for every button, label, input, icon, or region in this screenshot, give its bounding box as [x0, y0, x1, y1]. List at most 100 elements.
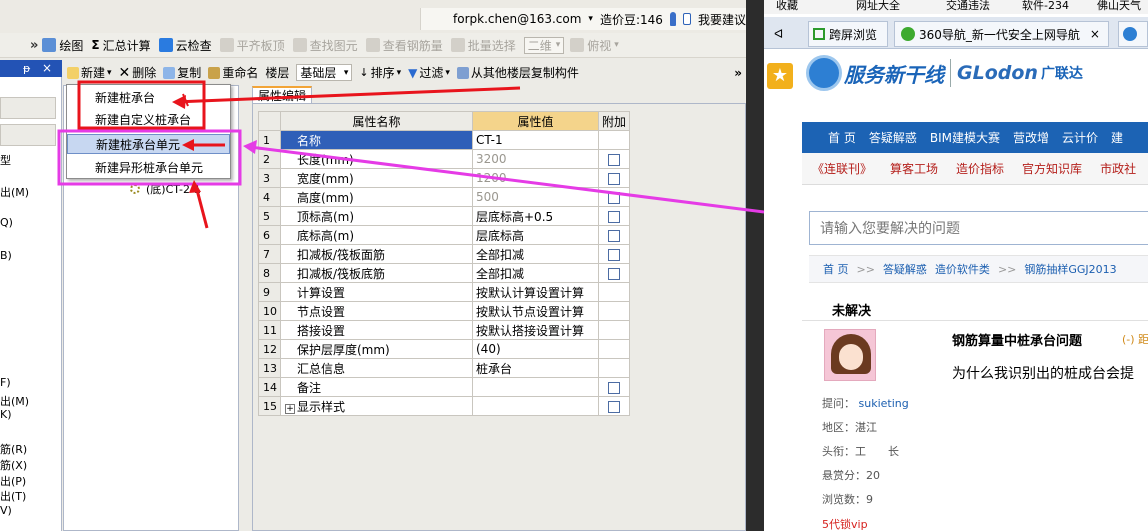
property-value[interactable]: 按默认节点设置计算 [472, 301, 599, 321]
account-email[interactable]: forpk.chen@163.com [453, 12, 581, 26]
view-rebar-button[interactable]: 查看钢筋量 [365, 37, 443, 54]
bookmark-item[interactable]: 交通违法 [946, 0, 990, 13]
extra-checkbox[interactable] [608, 172, 620, 185]
avatar[interactable] [824, 329, 876, 381]
new-button[interactable]: 新建 ▾ [67, 64, 112, 81]
cloud-check-button[interactable]: 云检查 [158, 37, 212, 54]
bookmark-item[interactable]: 佛山天气 [1097, 0, 1141, 13]
table-row[interactable]: 3 宽度(mm) 1200 [258, 168, 631, 188]
nav-item[interactable]: 首 页 [828, 129, 856, 146]
extra-checkbox[interactable] [608, 153, 620, 166]
table-row[interactable]: 4 高度(mm) 500 [258, 187, 631, 207]
subnav-item[interactable]: 《连联刊》 [812, 160, 872, 177]
subnav-item[interactable]: 市政社 [1100, 160, 1136, 177]
property-value[interactable]: 层底标高 [472, 225, 599, 245]
extra-checkbox[interactable] [608, 381, 620, 394]
toolbar-overflow-icon[interactable]: » [30, 38, 38, 53]
menu-item-new-pile-cap[interactable]: 新建桩承台 [67, 87, 230, 107]
table-row[interactable]: 12 保护层厚度(mm) (40) [258, 339, 631, 359]
close-icon[interactable]: × [42, 61, 52, 75]
copy-button[interactable]: 复制 [163, 64, 201, 81]
left-panel-field[interactable] [0, 124, 56, 146]
expand-icon[interactable]: + [285, 403, 295, 414]
property-value[interactable]: 按默认搭接设置计算 [472, 320, 599, 340]
breadcrumb-item[interactable]: 首 页 [823, 261, 849, 277]
extra-checkbox[interactable] [608, 248, 620, 261]
extra-checkbox[interactable] [608, 210, 620, 223]
floor-select[interactable]: 基础层 ▾ [296, 64, 353, 81]
filter-button[interactable]: ▼ 过滤 ▾ [408, 64, 450, 81]
extra-checkbox[interactable] [608, 229, 620, 242]
left-panel-field[interactable] [0, 97, 56, 119]
nav-item[interactable]: 营改增 [1013, 129, 1049, 146]
table-row[interactable]: 14 备注 [258, 377, 631, 397]
nav-item[interactable]: BIM建模大赛 [930, 129, 1000, 146]
sum-calc-button[interactable]: Σ 汇总计算 [91, 37, 150, 54]
property-value[interactable]: 全部扣减 [472, 263, 599, 283]
property-value[interactable]: 1200 [472, 168, 599, 188]
property-value[interactable]: 全部扣减 [472, 244, 599, 264]
table-row[interactable]: 7 扣减板/筏板面筋 全部扣减 [258, 244, 631, 264]
property-value[interactable] [472, 396, 599, 416]
extra-checkbox[interactable] [608, 191, 620, 204]
nav-item[interactable]: 建 [1111, 129, 1123, 146]
view-angle-button[interactable]: 俯视 ▾ [570, 37, 619, 54]
tab-cross-screen[interactable]: 跨屏浏览 [808, 21, 888, 47]
table-row[interactable]: 11 搭接设置 按默认搭接设置计算 [258, 320, 631, 340]
suggest-link[interactable]: 我要建议 [698, 11, 746, 28]
table-row[interactable]: 10 节点设置 按默认节点设置计算 [258, 301, 631, 321]
left-panel-item[interactable]: F) [0, 376, 11, 389]
property-value[interactable]: CT-1 [472, 130, 599, 150]
property-value[interactable]: 层底标高+0.5 [472, 206, 599, 226]
subnav-item[interactable]: 官方知识库 [1022, 160, 1082, 177]
table-row[interactable]: 6 底标高(m) 层底标高 [258, 225, 631, 245]
breadcrumb-item[interactable]: 答疑解惑 [883, 261, 927, 277]
property-value[interactable]: (40) [472, 339, 599, 359]
favorite-star-icon[interactable]: ★ [767, 63, 793, 89]
level-slab-button[interactable]: 平齐板顶 [219, 37, 285, 54]
breadcrumb-item[interactable]: 钢筋抽样GGJ2013 [1024, 261, 1116, 277]
subnav-item[interactable]: 造价指标 [956, 160, 1004, 177]
table-row[interactable]: 2 长度(mm) 3200 [258, 149, 631, 169]
left-panel-item[interactable]: 筋(R) [0, 441, 27, 457]
sort-button[interactable]: ↓ 排序 ▾ [359, 64, 401, 81]
reply-tag[interactable]: (-) 距 [1122, 331, 1148, 347]
left-panel-item[interactable]: 出(M) [0, 393, 29, 409]
table-row[interactable]: 5 顶标高(m) 层底标高+0.5 [258, 206, 631, 226]
bell-icon[interactable] [669, 12, 677, 26]
left-panel-item[interactable]: 出(M) [0, 184, 29, 200]
property-value[interactable] [472, 377, 599, 397]
left-panel-item[interactable]: B) [0, 249, 12, 262]
toolbar-overflow-icon[interactable]: » [734, 66, 742, 80]
left-panel-item[interactable]: 筋(X) [0, 457, 27, 473]
extra-checkbox[interactable] [608, 267, 620, 280]
asker-link[interactable]: sukieting [859, 397, 909, 410]
property-value[interactable]: 按默认计算设置计算 [472, 282, 599, 302]
rename-button[interactable]: 重命名 [208, 64, 258, 81]
table-row[interactable]: 15 + 显示样式 [258, 396, 631, 416]
left-panel-item[interactable]: Q) [0, 216, 13, 229]
property-value[interactable]: 桩承台 [472, 358, 599, 378]
batch-select-button[interactable]: 批量选择 [450, 37, 516, 54]
back-icon[interactable]: ᐊ [774, 21, 783, 47]
table-row[interactable]: 9 计算设置 按默认计算设置计算 [258, 282, 631, 302]
tab-property-edit[interactable]: 属性编辑 [252, 86, 312, 103]
table-row[interactable]: 13 汇总信息 桩承台 [258, 358, 631, 378]
pin-icon[interactable]: ᵽ [23, 62, 30, 75]
left-panel-item[interactable]: 出(P) [0, 473, 26, 489]
extra-checkbox[interactable] [608, 400, 620, 413]
draw-button[interactable]: 绘图 [42, 37, 83, 54]
subnav-item[interactable]: 算客工场 [890, 160, 938, 177]
copy-from-floor-button[interactable]: 从其他楼层复制构件 [456, 64, 579, 81]
menu-item-new-custom-pile-cap[interactable]: 新建自定义桩承台 [67, 109, 230, 129]
bookmark-item[interactable]: 网址大全 [856, 0, 900, 13]
bookmark-item[interactable]: 收藏 [776, 0, 798, 13]
menu-item-new-pile-cap-unit[interactable]: 新建桩承台单元 [67, 134, 230, 154]
close-tab-icon[interactable]: × [1090, 27, 1100, 41]
tree-item[interactable]: (底)CT-2-1 [130, 181, 201, 197]
question-search-input[interactable]: 请输入您要解决的问题 [809, 211, 1148, 245]
find-element-button[interactable]: 查找图元 [292, 37, 358, 54]
nav-item[interactable]: 云计价 [1062, 129, 1098, 146]
tab-partial[interactable] [1118, 21, 1148, 47]
left-panel-item[interactable]: V) [0, 504, 12, 517]
